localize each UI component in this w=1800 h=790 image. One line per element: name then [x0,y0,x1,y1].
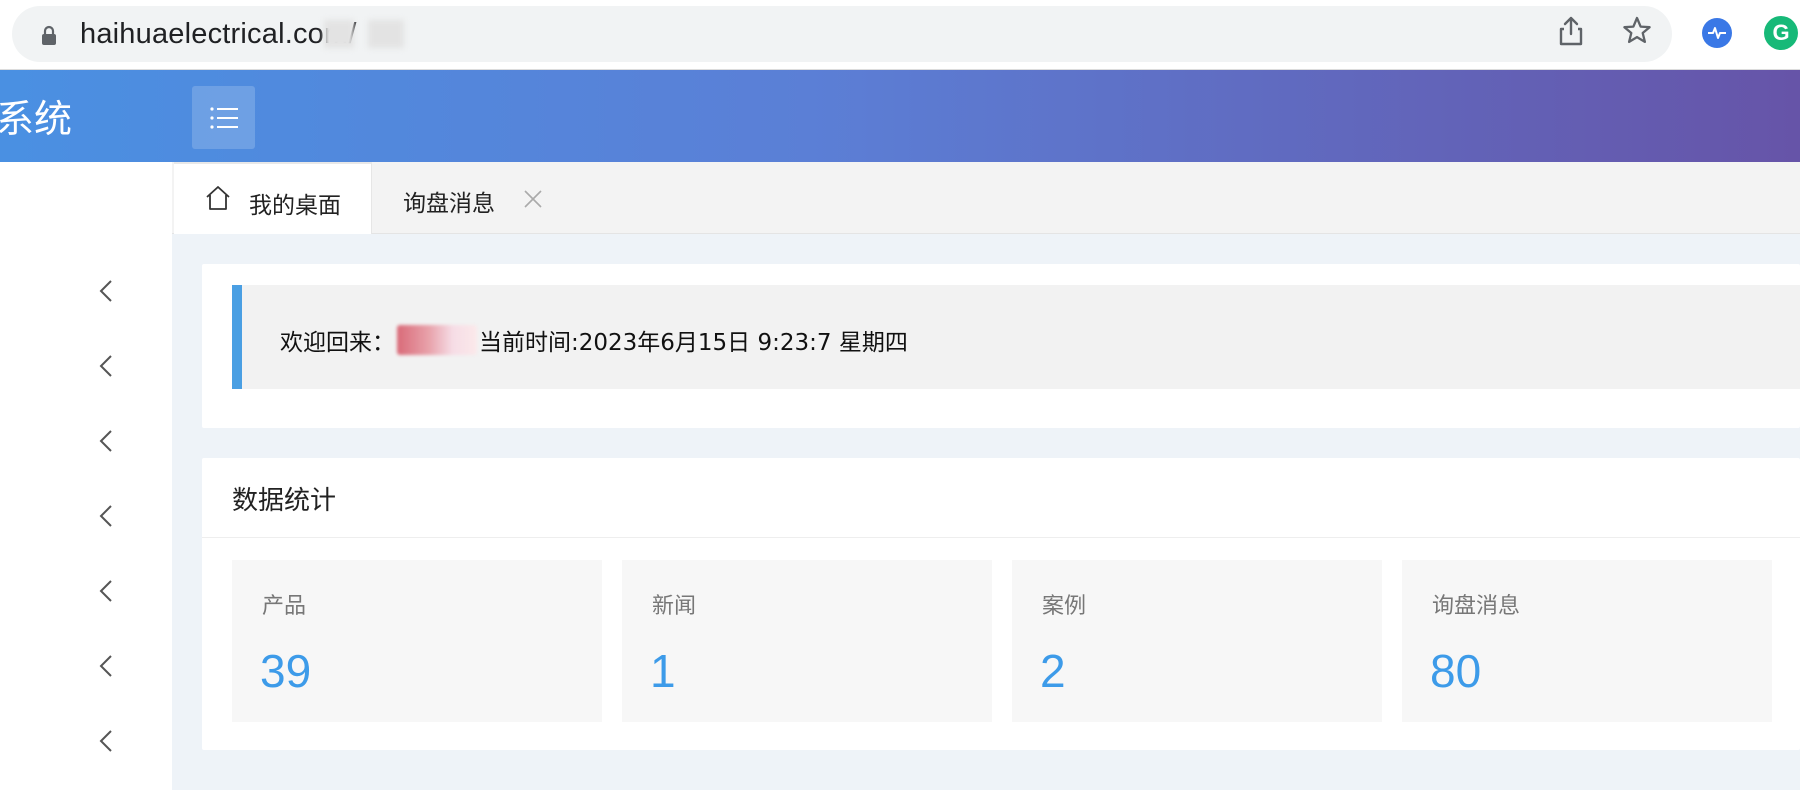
stat-value: 39 [260,645,312,697]
ext-g-icon[interactable]: G [1764,16,1798,50]
sidebar [0,162,172,790]
app-header: 系统 [0,70,1800,162]
chevron-left-icon[interactable] [92,426,122,456]
stat-label: 新闻 [652,594,697,619]
welcome-text: 欢迎回来： 当前时间:2023年6月15日 9:23:7 星期四 [280,323,908,357]
chevron-left-icon[interactable] [92,351,122,381]
home-icon [206,186,230,210]
stat-label: 产品 [262,594,307,619]
chevron-left-icon[interactable] [92,276,122,306]
url-redacted [324,20,354,48]
browser-toolbar: haihuaelectrical.com/ G [0,0,1800,70]
stat-inquiries[interactable]: 询盘消息 80 [1402,560,1772,722]
tab-label: 询盘消息 [403,191,495,217]
url-redacted [368,20,404,48]
username-redacted [397,325,477,355]
chevron-left-icon[interactable] [92,576,122,606]
chevron-left-icon[interactable] [92,651,122,681]
current-time: 当前时间:2023年6月15日 9:23:7 星期四 [479,330,908,356]
welcome-card: 欢迎回来： 当前时间:2023年6月15日 9:23:7 星期四 [202,264,1800,428]
stat-products[interactable]: 产品 39 [232,560,602,722]
ext-pulse-icon[interactable] [1702,18,1732,48]
chevron-left-icon[interactable] [92,501,122,531]
stat-value: 1 [650,645,676,697]
share-icon[interactable] [1554,14,1588,48]
close-icon[interactable] [522,188,544,210]
stat-label: 案例 [1042,594,1087,619]
list-icon [210,107,238,129]
tab-label: 我的桌面 [249,193,341,219]
stats-title: 数据统计 [232,486,337,516]
menu-toggle-button[interactable] [192,86,255,149]
chevron-left-icon[interactable] [92,726,122,756]
address-bar[interactable]: haihuaelectrical.com/ [12,6,1672,62]
pulse-icon [1708,27,1726,39]
main-content: 我的桌面 询盘消息 欢迎回来： 当前时间:2023年6月15日 9:23:7 星… [172,162,1800,790]
divider [202,537,1800,538]
stat-news[interactable]: 新闻 1 [622,560,992,722]
stat-cases[interactable]: 案例 2 [1012,560,1382,722]
stat-value: 80 [1430,645,1482,697]
url-text[interactable]: haihuaelectrical.com/ [80,18,357,51]
tab-my-desktop[interactable]: 我的桌面 [174,162,372,234]
stats-card: 数据统计 产品 39 新闻 1 案例 2 询盘消息 80 [202,458,1800,750]
stat-value: 2 [1040,645,1066,697]
welcome-banner: 欢迎回来： 当前时间:2023年6月15日 9:23:7 星期四 [232,285,1800,389]
lock-icon[interactable] [38,24,60,46]
tabs-bar: 我的桌面 询盘消息 [172,162,1800,234]
welcome-prefix: 欢迎回来： [280,330,395,356]
tab-inquiry-messages[interactable]: 询盘消息 [372,162,562,234]
stat-label: 询盘消息 [1432,594,1521,619]
star-icon[interactable] [1620,14,1654,48]
app-title: 系统 [0,97,73,141]
